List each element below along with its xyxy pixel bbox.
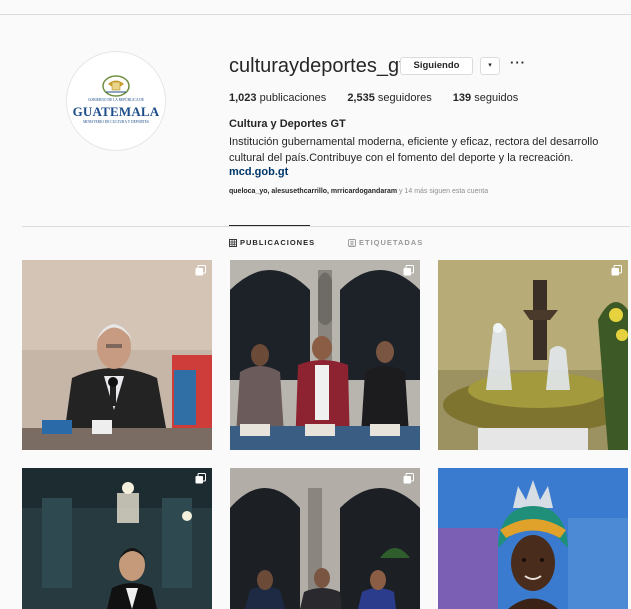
post-thumbnail-group-ceremony[interactable] bbox=[230, 468, 420, 609]
tabs-divider bbox=[22, 226, 630, 227]
tagged-user-icon bbox=[348, 238, 356, 247]
multiple-photos-icon bbox=[195, 265, 206, 276]
avatar-caption-bottom: MINISTERIO DE CULTURA Y DEPORTES bbox=[83, 120, 149, 124]
multiple-photos-icon bbox=[403, 473, 414, 484]
post-image bbox=[22, 260, 212, 450]
avatar-wordmark: GUATEMALA bbox=[72, 104, 160, 119]
profile-website-link[interactable]: mcd.gob.gt bbox=[229, 166, 288, 178]
tab-etiquetadas-label: ETIQUETADAS bbox=[359, 238, 424, 247]
following-count[interactable]: 139 seguidos bbox=[453, 92, 518, 104]
header-divider bbox=[0, 14, 631, 15]
profile-full-name: Cultura y Deportes GT bbox=[229, 118, 346, 130]
post-thumbnail-man-hallway[interactable] bbox=[22, 468, 212, 609]
following-button[interactable]: Siguiendo bbox=[400, 57, 473, 75]
post-thumbnail-speaker[interactable] bbox=[22, 260, 212, 450]
grid-icon bbox=[229, 238, 237, 247]
multiple-photos-icon bbox=[195, 473, 206, 484]
post-image bbox=[22, 468, 212, 609]
chevron-down-icon: ▾ bbox=[488, 62, 492, 69]
profile-username: culturaydeportes_gt bbox=[229, 55, 405, 77]
post-thumbnail-crowned-woman[interactable] bbox=[438, 468, 628, 609]
profile-stats: 1,023 publicaciones 2,535 seguidores 139… bbox=[229, 92, 536, 104]
followed-by-text[interactable]: queloca_yo, alesusethcarrillo, mrricardo… bbox=[229, 188, 488, 195]
suggestions-dropdown-button[interactable]: ▾ bbox=[480, 57, 500, 75]
post-image bbox=[230, 468, 420, 609]
post-image bbox=[438, 468, 628, 609]
tab-publicaciones[interactable]: PUBLICACIONES bbox=[229, 238, 315, 247]
posts-count: 1,023 publicaciones bbox=[229, 92, 327, 104]
multiple-photos-icon bbox=[611, 265, 622, 276]
profile-avatar[interactable]: GOBIERNO DE LA REPÚBLICA DE GUATEMALA MI… bbox=[67, 52, 165, 150]
post-thumbnail-ceremony[interactable] bbox=[230, 260, 420, 450]
tab-publicaciones-label: PUBLICACIONES bbox=[240, 238, 316, 247]
profile-bio: Institución gubernamental moderna, efici… bbox=[229, 136, 599, 164]
followers-count[interactable]: 2,535 seguidores bbox=[347, 92, 431, 104]
post-thumbnail-nativity[interactable] bbox=[438, 260, 628, 450]
post-image bbox=[230, 260, 420, 450]
post-image bbox=[438, 260, 628, 450]
multiple-photos-icon bbox=[403, 265, 414, 276]
more-options-icon[interactable]: ··· bbox=[510, 55, 526, 70]
avatar-caption-top: GOBIERNO DE LA REPÚBLICA DE bbox=[87, 98, 145, 102]
tab-etiquetadas[interactable]: ETIQUETADAS bbox=[348, 238, 423, 247]
active-tab-indicator bbox=[229, 225, 310, 226]
